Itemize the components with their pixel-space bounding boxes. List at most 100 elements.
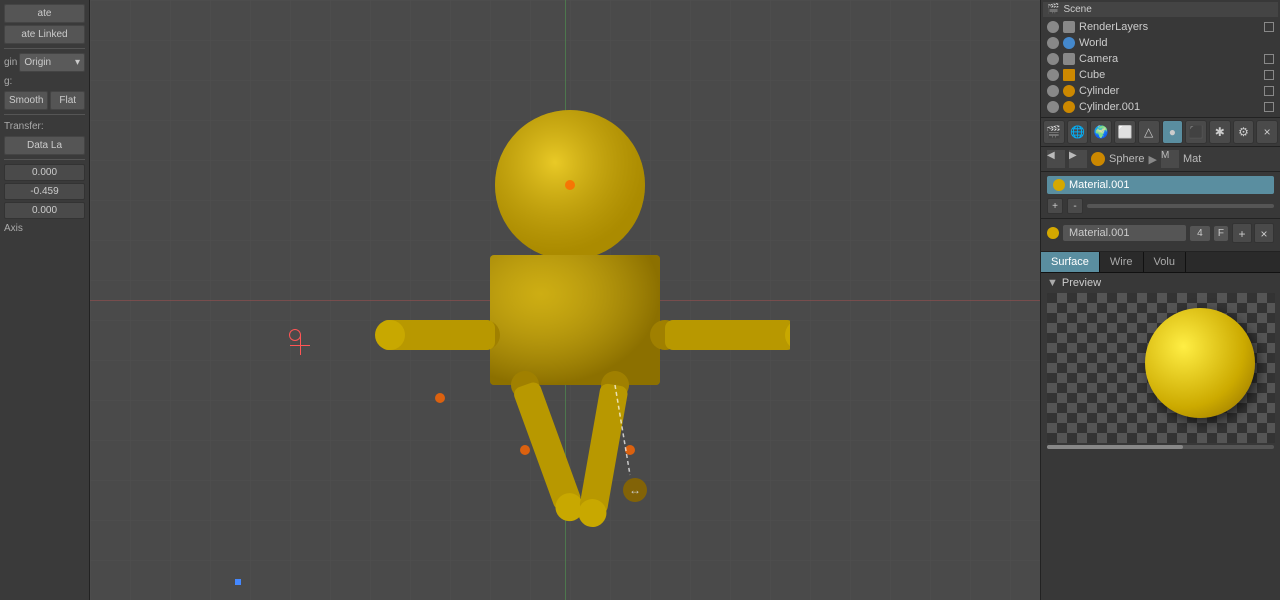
- obj-icon-cylinder: [1063, 85, 1075, 97]
- material-slot: Material.001 + -: [1041, 172, 1280, 219]
- mat-flag[interactable]: F: [1214, 226, 1228, 241]
- mat-dot: [1047, 227, 1059, 239]
- slot-remove-btn[interactable]: -: [1067, 198, 1083, 214]
- render-props-btn[interactable]: 🎬: [1043, 120, 1065, 144]
- outliner-item-renderlayers[interactable]: RenderLayers: [1043, 19, 1278, 35]
- data-la-btn[interactable]: Data La: [4, 136, 85, 155]
- breadcrumb-mat-label: Mat: [1183, 153, 1201, 165]
- breadcrumb-forward-btn[interactable]: ▶: [1069, 150, 1087, 168]
- preview-triangle: ▼: [1047, 277, 1058, 289]
- preview-canvas: [1047, 293, 1275, 443]
- tab-surface[interactable]: Surface: [1041, 252, 1100, 272]
- separator-1: [4, 48, 85, 49]
- item-icon2-cylinder001: [1264, 102, 1274, 112]
- item-icon2-camera: [1264, 54, 1274, 64]
- world-props-btn[interactable]: 🌍: [1090, 120, 1112, 144]
- mesh-props-btn[interactable]: △: [1138, 120, 1160, 144]
- scene-icon: 🎬: [1047, 4, 1059, 15]
- mat-close-btn[interactable]: ×: [1254, 223, 1274, 243]
- eye-icon: [1047, 21, 1059, 33]
- item-name-camera: Camera: [1079, 53, 1260, 65]
- texture-props-btn[interactable]: ⬛: [1185, 120, 1207, 144]
- outliner-item-cylinder001[interactable]: Cylinder.001: [1043, 99, 1278, 115]
- separator-3: [4, 159, 85, 160]
- scene-label: Scene: [1063, 4, 1091, 15]
- close-props-btn[interactable]: ×: [1256, 120, 1278, 144]
- origin-marker: [235, 579, 241, 585]
- breadcrumb-back-btn[interactable]: ◀: [1047, 150, 1065, 168]
- breadcrumb-mat-icon[interactable]: M: [1161, 150, 1179, 168]
- outliner-header: 🎬 Scene: [1043, 2, 1278, 17]
- material-slot-name: Material.001: [1069, 179, 1130, 191]
- eye-icon-world: [1047, 37, 1059, 49]
- preview-scroll-thumb: [1047, 445, 1183, 449]
- obj-icon-camera: [1063, 53, 1075, 65]
- crosshair-circle: [289, 329, 301, 341]
- smooth-btn[interactable]: Smooth: [4, 91, 48, 110]
- separator-2: [4, 114, 85, 115]
- slot-add-btn[interactable]: +: [1047, 198, 1063, 214]
- preview-sphere: [1145, 308, 1255, 418]
- obj-icon-cube: [1063, 69, 1075, 81]
- mat-name[interactable]: Material.001: [1063, 225, 1186, 241]
- scene-props-btn[interactable]: 🌐: [1067, 120, 1089, 144]
- eye-icon-cylinder001: [1047, 101, 1059, 113]
- item-name-renderlayers: RenderLayers: [1079, 21, 1260, 33]
- slot-controls: + -: [1047, 198, 1274, 214]
- eye-icon-cube: [1047, 69, 1059, 81]
- origin-dropdown-icon: ▾: [75, 57, 80, 68]
- num-x[interactable]: 0.000: [4, 164, 85, 181]
- robot-figure: ↔: [320, 80, 790, 560]
- breadcrumb: ◀ ▶ Sphere ▶ M Mat: [1041, 147, 1280, 172]
- material-dot: [1053, 179, 1065, 191]
- particles-props-btn[interactable]: ✱: [1209, 120, 1231, 144]
- origin-select[interactable]: Origin ▾: [19, 53, 85, 72]
- robot-svg: ↔: [320, 80, 790, 560]
- obj-icon-world: [1063, 37, 1075, 49]
- eye-icon-cylinder: [1047, 85, 1059, 97]
- breadcrumb-arrow: ▶: [1148, 153, 1156, 166]
- origin-label: gin: [4, 55, 17, 70]
- viewport[interactable]: ↔: [90, 0, 1040, 600]
- num-y[interactable]: -0.459: [4, 183, 85, 200]
- item-icon2-cube: [1264, 70, 1274, 80]
- preview-label: Preview: [1062, 277, 1101, 289]
- breadcrumb-sphere-icon: [1091, 152, 1105, 166]
- flat-btn[interactable]: Flat: [50, 91, 85, 110]
- breadcrumb-sphere-label: Sphere: [1109, 153, 1144, 165]
- obj-icon-renderlayers: [1063, 21, 1075, 33]
- mat-props-header: Material.001 4 F + ×: [1047, 223, 1274, 243]
- eye-icon-camera: [1047, 53, 1059, 65]
- mat-num[interactable]: 4: [1190, 226, 1210, 241]
- duplicate-linked-btn[interactable]: ate Linked: [4, 25, 85, 44]
- material-props-btn[interactable]: ●: [1162, 120, 1184, 144]
- preview-header[interactable]: ▼ Preview: [1047, 277, 1274, 289]
- preview-scrollbar[interactable]: [1047, 445, 1274, 449]
- shading-label: g:: [4, 74, 85, 89]
- left-panel: ate ate Linked gin Origin ▾ g: Smooth Fl…: [0, 0, 90, 600]
- axis-label: Axis: [4, 221, 85, 236]
- item-name-world: World: [1079, 37, 1274, 49]
- obj-icon-cylinder001: [1063, 101, 1075, 113]
- item-icon2-renderlayers: [1264, 22, 1274, 32]
- item-icon2-cylinder: [1264, 86, 1274, 96]
- props-header: 🎬 🌐 🌍 ⬜ △ ● ⬛ ✱ ⚙ ×: [1041, 118, 1280, 147]
- slot-item[interactable]: Material.001: [1047, 176, 1274, 194]
- settings-props-btn[interactable]: ⚙: [1233, 120, 1255, 144]
- preview-section: ▼ Preview: [1041, 273, 1280, 600]
- object-props-btn[interactable]: ⬜: [1114, 120, 1136, 144]
- duplicate-btn[interactable]: ate: [4, 4, 85, 23]
- mat-add-btn[interactable]: +: [1232, 223, 1252, 243]
- tab-volu[interactable]: Volu: [1144, 252, 1186, 272]
- mat-actions: + ×: [1232, 223, 1274, 243]
- origin-value: Origin: [24, 57, 51, 68]
- slot-scrollbar[interactable]: [1087, 204, 1274, 208]
- outliner-item-cylinder[interactable]: Cylinder: [1043, 83, 1278, 99]
- item-name-cylinder001: Cylinder.001: [1079, 101, 1260, 113]
- outliner-item-camera[interactable]: Camera: [1043, 51, 1278, 67]
- outliner-item-world[interactable]: World: [1043, 35, 1278, 51]
- outliner-item-cube[interactable]: Cube: [1043, 67, 1278, 83]
- outliner: 🎬 Scene RenderLayers World Camera Cube: [1041, 0, 1280, 118]
- tab-wire[interactable]: Wire: [1100, 252, 1144, 272]
- num-z[interactable]: 0.000: [4, 202, 85, 219]
